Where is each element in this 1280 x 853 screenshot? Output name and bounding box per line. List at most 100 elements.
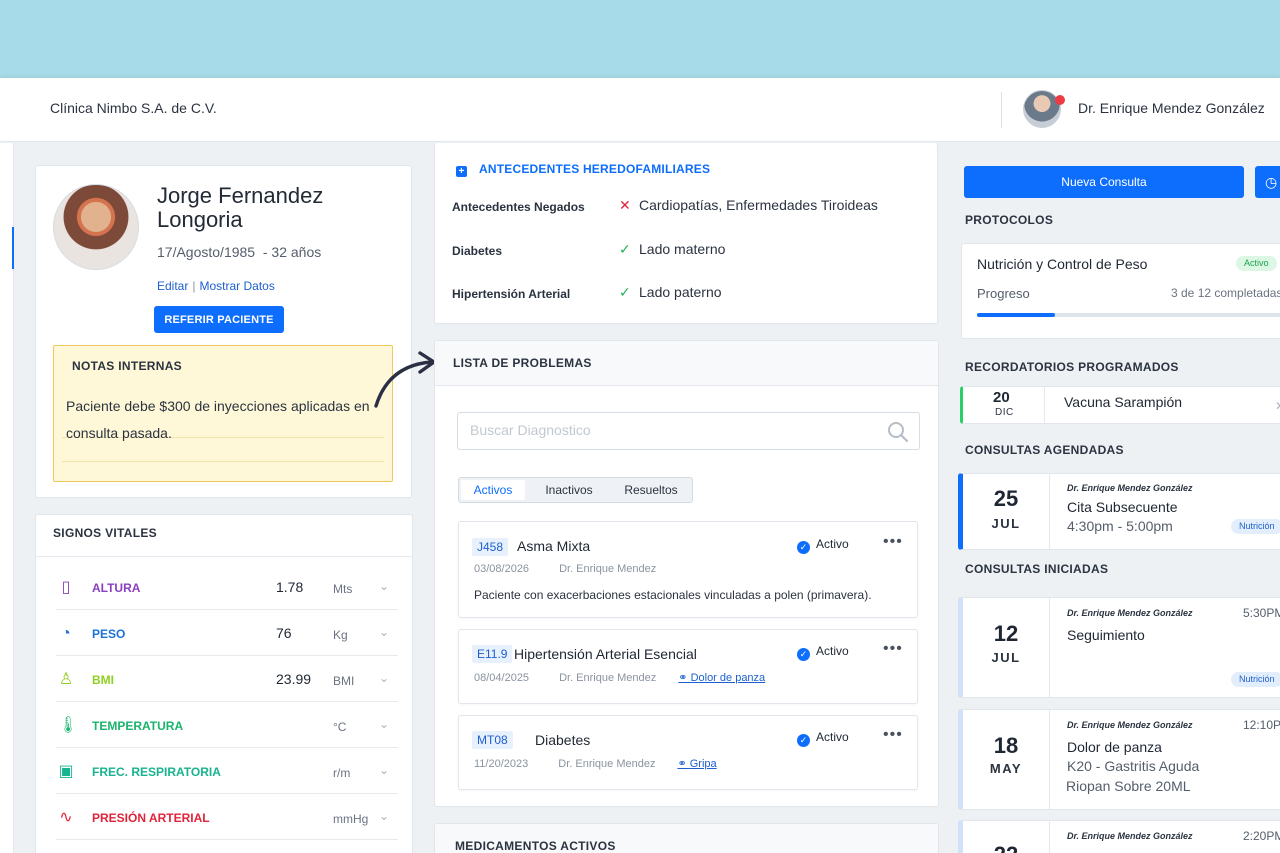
appt-divider <box>1049 821 1050 853</box>
patient-links: Editar | Mostrar Datos <box>157 279 275 293</box>
diagnosis-search[interactable] <box>457 412 920 450</box>
appt-doctor: Dr. Enrique Mendez González <box>1067 720 1193 730</box>
vital-value[interactable]: 76 <box>276 625 292 641</box>
problem-item[interactable]: MT08 Diabetes ✓ Activo ••• 11/20/2023 Dr. … <box>458 715 918 790</box>
more-options-icon[interactable]: ••• <box>883 533 903 551</box>
patient-card: Jorge Fernandez Longoria 17/Agosto/1985 … <box>35 165 412 498</box>
history-value: ✕ Cardiopatías, Enfermedades Tiroideas <box>619 197 878 214</box>
appt-month: MAY <box>989 761 1023 776</box>
vital-value[interactable]: 23.99 <box>276 671 311 687</box>
search-input[interactable] <box>470 422 870 438</box>
progress-bar <box>977 313 1280 317</box>
problem-date: 11/20/2023 <box>474 758 529 770</box>
show-data-link[interactable]: Mostrar Datos <box>199 279 274 293</box>
appt-title: Dolor de panza <box>1067 739 1162 755</box>
linked-consult-label[interactable]: Dolor de panza <box>691 672 766 684</box>
appt-doctor: Dr. Enrique Mendez González <box>1067 608 1193 618</box>
medications-title: MEDICAMENTOS ACTIVOS <box>455 839 616 853</box>
link-icon: ⚭ <box>678 672 691 684</box>
problem-item[interactable]: J458 Asma Mixta ✓ Activo ••• 03/08/2026 Dr… <box>458 521 918 618</box>
reminders-title: RECORDATORIOS PROGRAMADOS <box>965 360 1179 374</box>
chevron-down-icon[interactable]: ⌄ <box>379 579 389 593</box>
patient-avatar <box>53 184 139 270</box>
appt-time: 2:20PM <box>1243 829 1280 843</box>
chevron-down-icon[interactable]: ⌄ <box>379 809 389 823</box>
problem-list-card: LISTA DE PROBLEMAS Activos Inactivos Res… <box>434 340 939 807</box>
notes-title: NOTAS INTERNAS <box>72 359 182 373</box>
appt-month: JUL <box>991 650 1021 665</box>
started-consult[interactable]: 22 Dr. Enrique Mendez González 2:20PM <box>958 820 1280 853</box>
vital-value[interactable]: 1.78 <box>276 579 303 595</box>
active-nav-indicator <box>12 227 14 269</box>
protocol-title: Nutrición y Control de Peso <box>977 256 1148 272</box>
chevron-down-icon[interactable]: ⌄ <box>379 717 389 731</box>
clock-button[interactable]: ◷ <box>1255 166 1280 198</box>
appt-day: 12 <box>993 621 1019 646</box>
thermometer-icon: 🌡 <box>58 717 79 734</box>
history-label: Hipertensión Arterial <box>452 287 571 301</box>
problem-doctor: Dr. Enrique Mendez <box>558 758 656 770</box>
tab-resueltos[interactable]: Resueltos <box>611 480 691 500</box>
appt-day: 22 <box>963 842 1049 853</box>
problem-meta: 08/04/2025 Dr. Enrique Mendez ⚭ Dolor de p… <box>474 671 765 684</box>
vital-row[interactable]: 🌡 TEMPERATURA °C ⌄ <box>56 703 398 748</box>
vital-row[interactable]: ♙ BMI 23.99 BMI ⌄ <box>56 657 398 702</box>
vital-label: ALTURA <box>92 581 141 595</box>
family-history-header[interactable]: + ANTECEDENTES HEREDOFAMILIARES <box>456 162 710 177</box>
new-consult-button[interactable]: Nueva Consulta <box>964 166 1244 198</box>
edit-link[interactable]: Editar <box>157 279 188 293</box>
vital-unit: r/m <box>333 766 351 780</box>
vital-row[interactable]: ▯ ALTURA 1.78 Mts ⌄ <box>56 565 398 610</box>
background-banner <box>0 0 1280 78</box>
vital-row[interactable]: ◔ PESO 76 Kg ⌄ <box>56 611 398 656</box>
reminder-item[interactable]: 20 DIC Vacuna Sarampión ✕ <box>960 386 1280 424</box>
top-bar: Clínica Nimbo S.A. de C.V. Dr. Enrique M… <box>0 78 1280 142</box>
status-label: Activo <box>816 644 849 658</box>
doctor-name[interactable]: Dr. Enrique Mendez González <box>1078 100 1265 116</box>
problems-header: LISTA DE PROBLEMAS <box>435 341 938 386</box>
more-options-icon[interactable]: ••• <box>883 640 903 658</box>
vital-row[interactable]: ▣ FREC. RESPIRATORIA r/m ⌄ <box>56 749 398 794</box>
reminder-title: Vacuna Sarampión <box>1064 394 1183 410</box>
close-icon[interactable]: ✕ <box>1275 399 1280 413</box>
appt-divider <box>1049 598 1050 697</box>
linked-consult[interactable]: ⚭ Gripa <box>677 758 716 770</box>
started-consult[interactable]: 18 MAY Dr. Enrique Mendez González 12:10… <box>958 709 1280 810</box>
plus-icon[interactable]: + <box>456 166 467 177</box>
diagnosis-code: J458 <box>472 538 509 556</box>
appt-day: 25 <box>993 486 1019 511</box>
vital-label: FREC. RESPIRATORIA <box>92 765 221 779</box>
status-active: ✓ Activo <box>797 644 849 661</box>
linked-consult-label[interactable]: Gripa <box>690 758 717 770</box>
search-icon[interactable] <box>887 421 909 443</box>
more-options-icon[interactable]: ••• <box>883 726 903 744</box>
vital-label: PRESIÓN ARTERIAL <box>92 811 210 825</box>
chevron-down-icon[interactable]: ⌄ <box>379 671 389 685</box>
status-label: Activo <box>816 537 849 551</box>
status-active: ✓ Activo <box>797 730 849 747</box>
scheduled-title: CONSULTAS AGENDADAS <box>965 443 1124 457</box>
clock-icon: ◷ <box>1265 173 1278 190</box>
problem-item[interactable]: E11.9 Hipertensión Arterial Esencial ✓ Ac… <box>458 629 918 704</box>
appt-time: 12:10PM <box>1243 718 1280 732</box>
tab-inactivos[interactable]: Inactivos <box>531 480 607 500</box>
vitals-title: SIGNOS VITALES <box>53 526 157 540</box>
refer-patient-button[interactable]: REFERIR PACIENTE <box>154 306 284 333</box>
chevron-down-icon[interactable]: ⌄ <box>379 625 389 639</box>
started-consult[interactable]: 12 JUL Dr. Enrique Mendez González 5:30P… <box>958 597 1280 698</box>
tab-activos[interactable]: Activos <box>461 480 525 500</box>
appt-doctor: Dr. Enrique Mendez González <box>1067 483 1193 493</box>
chevron-down-icon[interactable]: ⌄ <box>379 763 389 777</box>
family-history-card: + ANTECEDENTES HEREDOFAMILIARES Anteceden… <box>434 143 938 324</box>
notes-body[interactable]: Paciente debe $300 de inyecciones aplica… <box>66 393 386 447</box>
link-separator: | <box>192 279 196 293</box>
vital-row[interactable]: ∿ PRESIÓN ARTERIAL mmHg ⌄ <box>56 795 398 840</box>
scheduled-appointment[interactable]: 25 JUL Dr. Enrique Mendez González Cita … <box>958 473 1280 550</box>
protocol-card[interactable]: Nutrición y Control de Peso Activo Progr… <box>961 243 1280 339</box>
problem-date: 08/04/2025 <box>474 672 530 684</box>
ruler-icon: ▯ <box>61 579 71 596</box>
problem-meta: 11/20/2023 Dr. Enrique Mendez ⚭ Gripa <box>474 757 717 770</box>
appt-diagnosis: K20 - Gastritis Aguda <box>1067 758 1200 774</box>
appt-divider <box>1049 474 1050 549</box>
linked-consult[interactable]: ⚭ Dolor de panza <box>678 672 765 684</box>
